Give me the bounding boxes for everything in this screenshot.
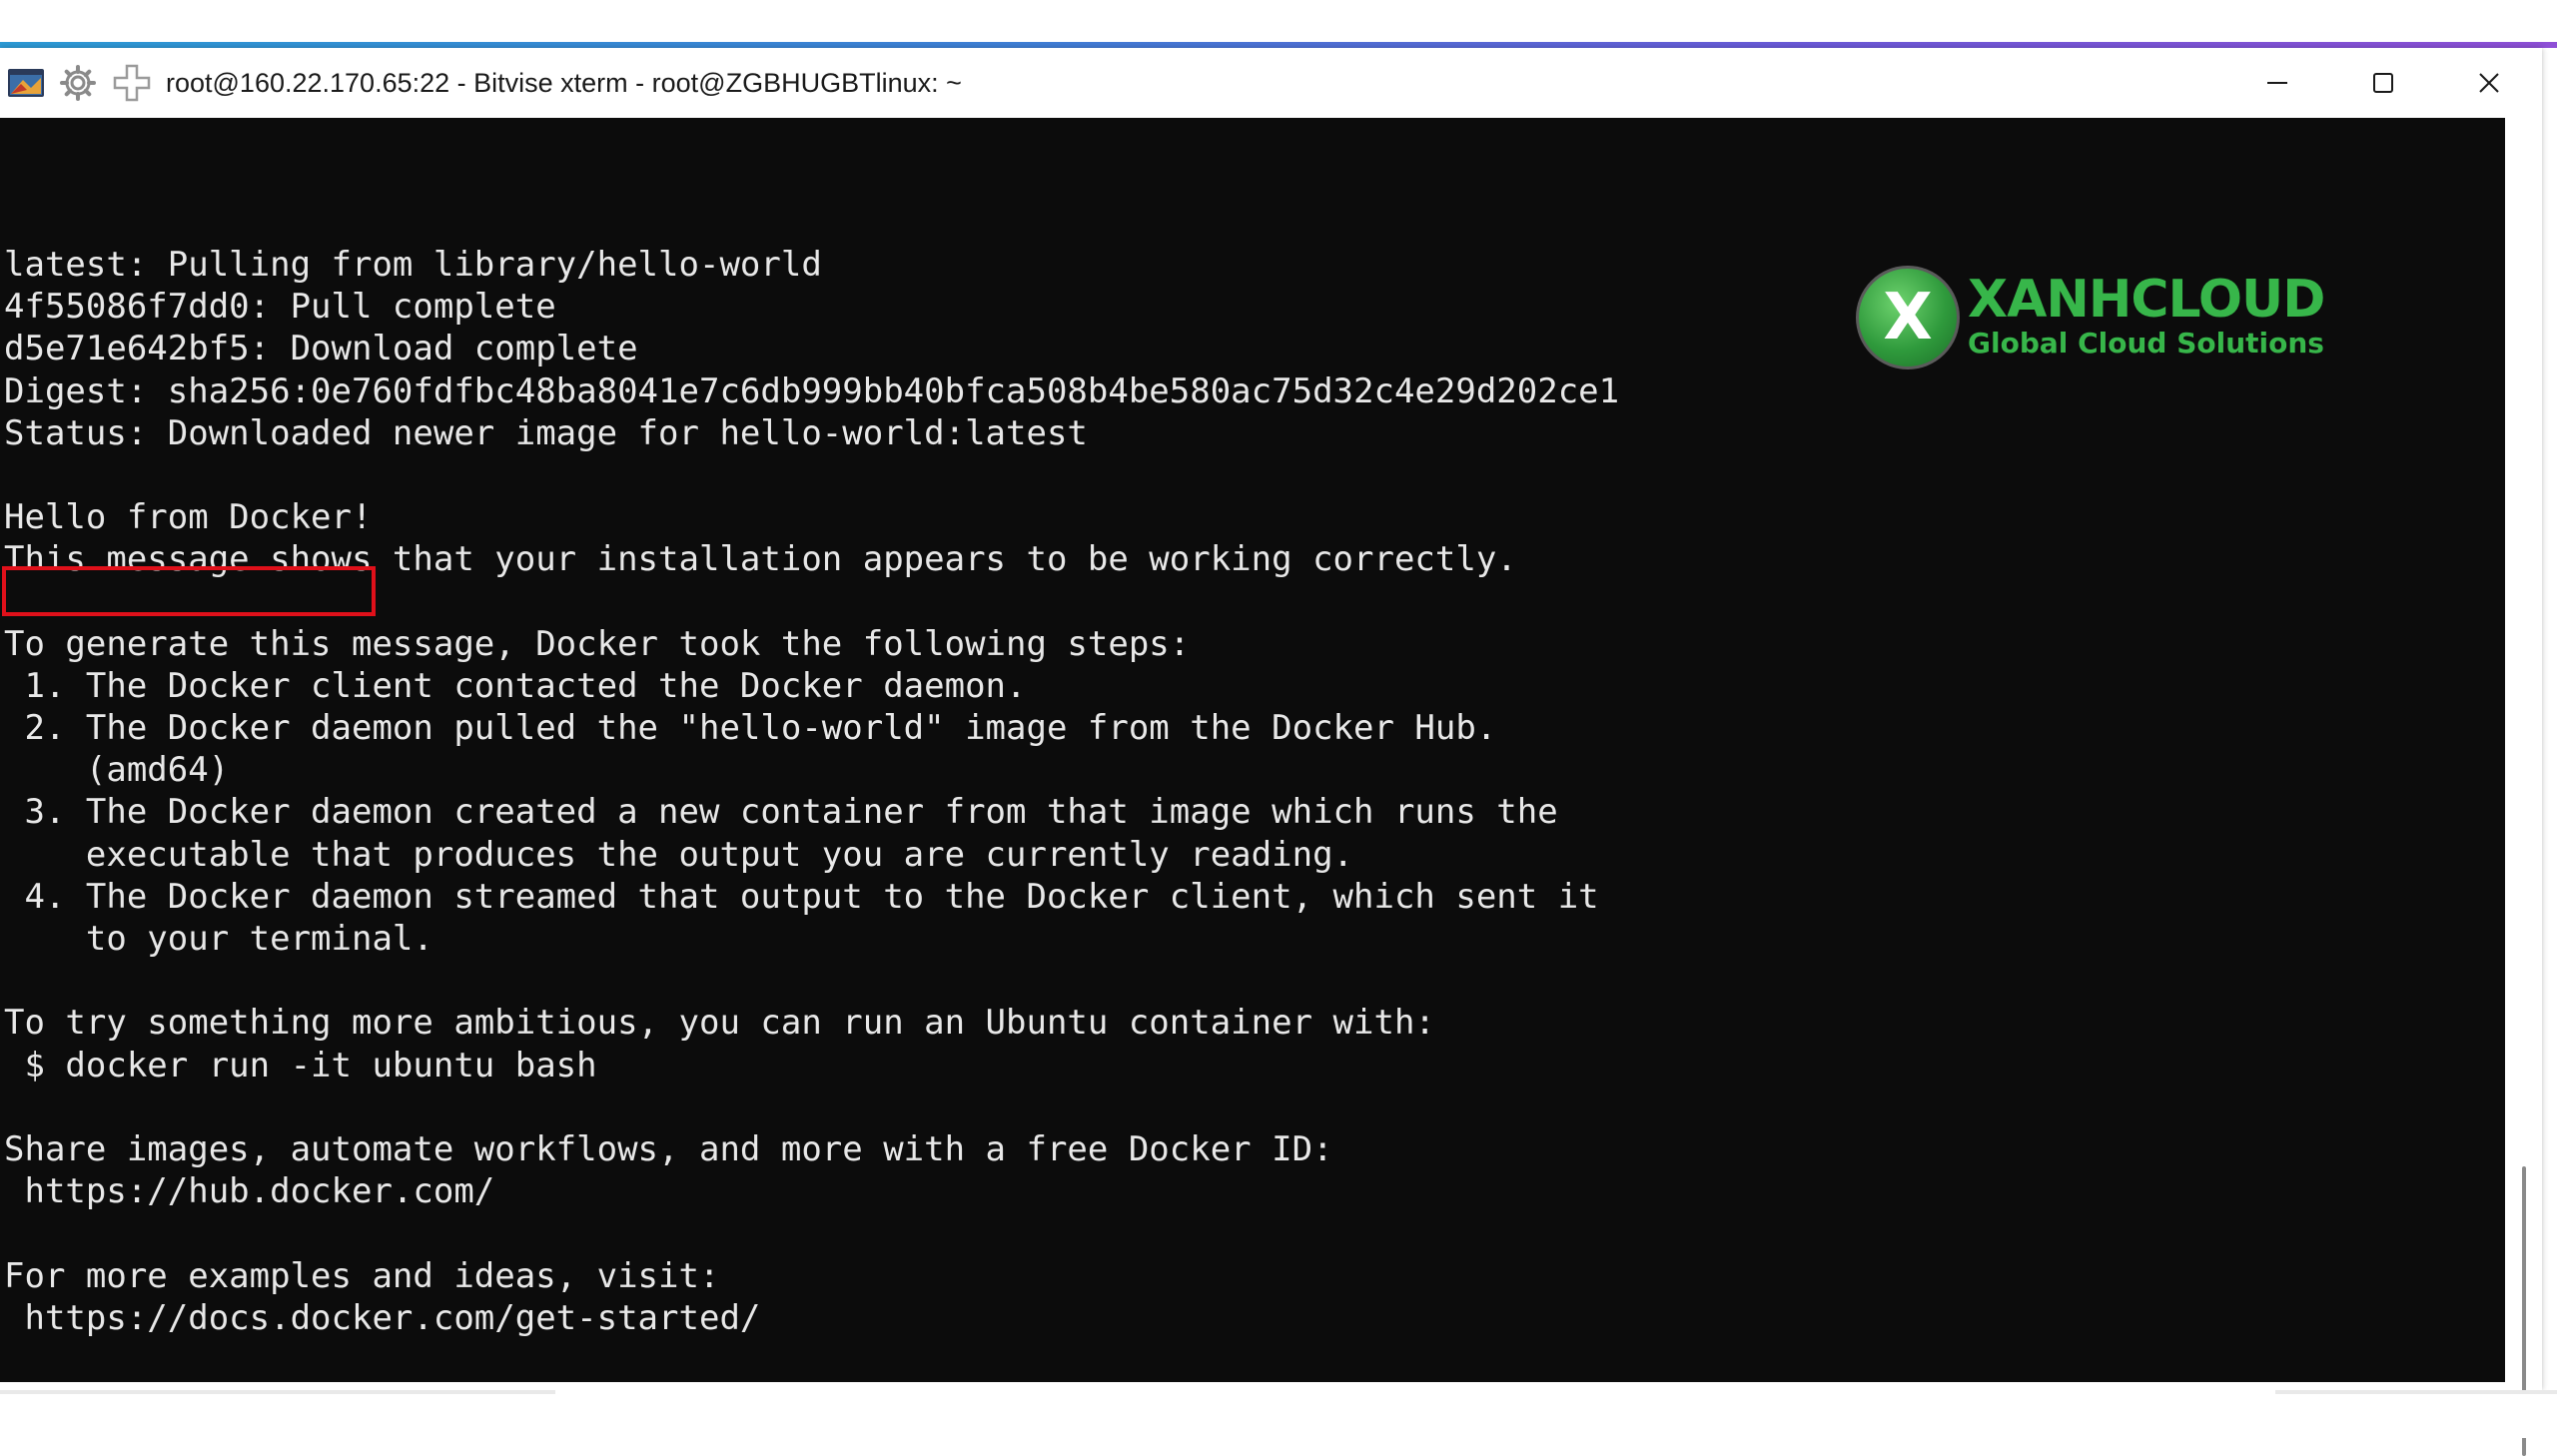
terminal-line: To generate this message, Docker took th…	[4, 623, 1191, 664]
terminal-line: root@ZGBHUGBTlinux:~#	[4, 1381, 1619, 1382]
window-title: root@160.22.170.65:22 - Bitvise xterm - …	[166, 67, 962, 98]
terminal-line: 2. The Docker daemon pulled the "hello-w…	[4, 708, 1497, 749]
minimize-button[interactable]	[2224, 48, 2330, 118]
terminal-lines: latest: Pulling from library/hello-world…	[4, 244, 1619, 1382]
terminal-line: https://docs.docker.com/get-started/	[4, 1297, 761, 1338]
terminal-line: Share images, automate workflows, and mo…	[4, 1128, 1333, 1169]
maximize-icon	[2373, 73, 2393, 93]
minimize-icon	[2267, 82, 2287, 84]
terminal-line: For more examples and ideas, visit:	[4, 1255, 720, 1296]
xanhcloud-logo: X XANHCLOUD Global Cloud Solutions	[1856, 266, 2325, 369]
terminal-line: Hello from Docker!	[4, 497, 373, 538]
close-icon	[2479, 73, 2499, 93]
vertical-scrollbar[interactable]	[2505, 118, 2542, 1456]
terminal-line: https://hub.docker.com/	[4, 1171, 495, 1212]
title-bar[interactable]: root@160.22.170.65:22 - Bitvise xterm - …	[0, 48, 2542, 118]
terminal-line: 3. The Docker daemon created a new conta…	[4, 792, 1558, 833]
bottom-strip	[0, 1390, 2557, 1438]
terminal-app-icon[interactable]	[6, 65, 46, 101]
hello-from-docker-highlight-box	[2, 566, 376, 616]
terminal-line: 1. The Docker client contacted the Docke…	[4, 665, 1027, 706]
terminal-line: 4. The Docker daemon streamed that outpu…	[4, 876, 1599, 917]
logo-text: XANHCLOUD Global Cloud Solutions	[1968, 269, 2325, 362]
terminal-line: Digest: sha256:0e760fdfbc48ba8041e7c6db9…	[4, 370, 1620, 411]
logo-name: XANHCLOUD	[1968, 269, 2325, 330]
xanhcloud-badge-icon: X	[1856, 266, 1960, 369]
terminal-line: d5e71e642bf5: Download complete	[4, 329, 638, 369]
terminal-window: root@160.22.170.65:22 - Bitvise xterm - …	[0, 48, 2542, 1456]
terminal-line: 4f55086f7dd0: Pull complete	[4, 287, 556, 328]
logo-tagline: Global Cloud Solutions	[1968, 326, 2324, 360]
terminal-output-area[interactable]: latest: Pulling from library/hello-world…	[0, 118, 2505, 1382]
terminal-line: latest: Pulling from library/hello-world	[4, 245, 822, 285]
terminal-line: $ docker run -it ubuntu bash	[4, 1045, 597, 1086]
terminal-line: To try something more ambitious, you can…	[4, 1003, 1435, 1044]
terminal-line: executable that produces the output you …	[4, 834, 1354, 875]
maximize-button[interactable]	[2330, 48, 2436, 118]
terminal-line: (amd64)	[4, 750, 230, 791]
close-button[interactable]	[2436, 48, 2542, 118]
top-accent-bar	[0, 0, 2557, 50]
terminal-line: to your terminal.	[4, 919, 433, 959]
window-controls	[2224, 48, 2542, 118]
settings-gear-icon[interactable]	[56, 61, 100, 105]
new-window-plus-icon[interactable]	[110, 61, 154, 105]
terminal-line: Status: Downloaded newer image for hello…	[4, 412, 1088, 453]
